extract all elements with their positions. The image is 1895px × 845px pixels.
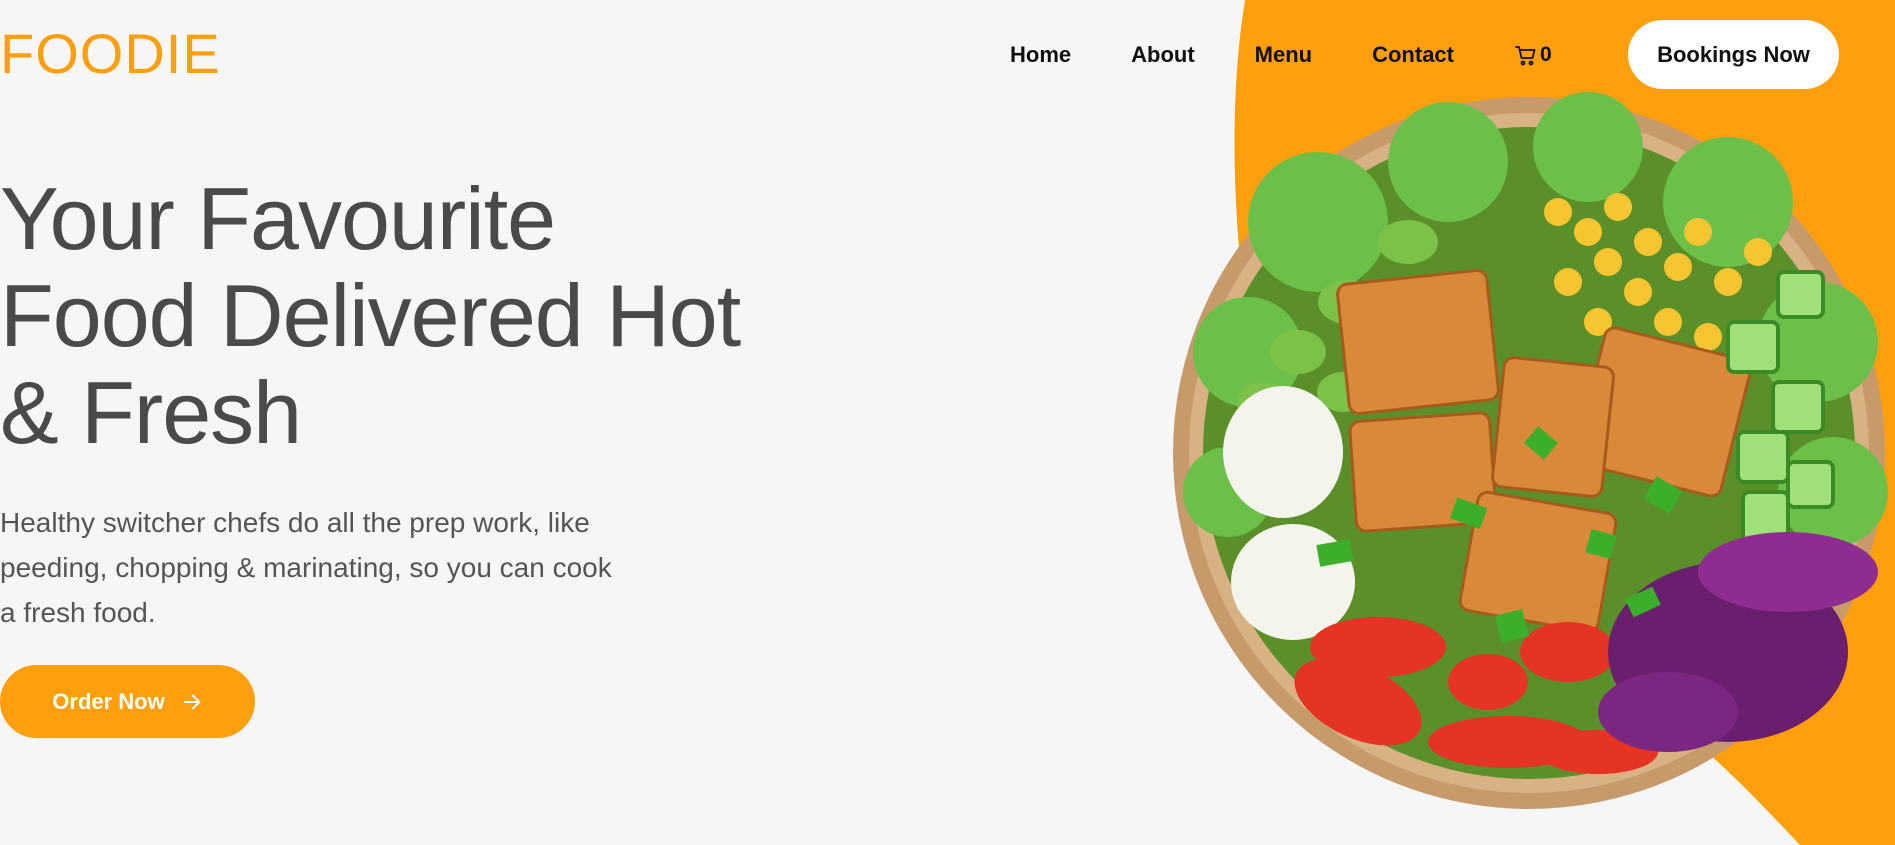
- cart-icon: [1515, 46, 1536, 66]
- cart-button[interactable]: 0: [1514, 43, 1552, 67]
- nav-about[interactable]: About: [1131, 42, 1195, 68]
- nav-home[interactable]: Home: [1010, 42, 1071, 68]
- arrow-right-icon: [181, 691, 203, 713]
- salad-bowl-image: [1168, 92, 1890, 814]
- logo[interactable]: FOODIE: [0, 22, 221, 86]
- cart-count: 0: [1540, 43, 1552, 66]
- hero-title: Your Favourite Food Delivered Hot & Fres…: [0, 169, 741, 462]
- bookings-now-button[interactable]: Bookings Now: [1628, 20, 1839, 89]
- nav-menu[interactable]: Menu: [1255, 42, 1312, 68]
- nav-contact[interactable]: Contact: [1372, 42, 1454, 68]
- main-nav: Home About Menu Contact 0: [1010, 20, 1612, 90]
- order-now-label: Order Now: [52, 688, 165, 714]
- order-now-button[interactable]: Order Now: [0, 665, 255, 738]
- hero-description: Healthy switcher chefs do all the prep w…: [0, 507, 612, 628]
